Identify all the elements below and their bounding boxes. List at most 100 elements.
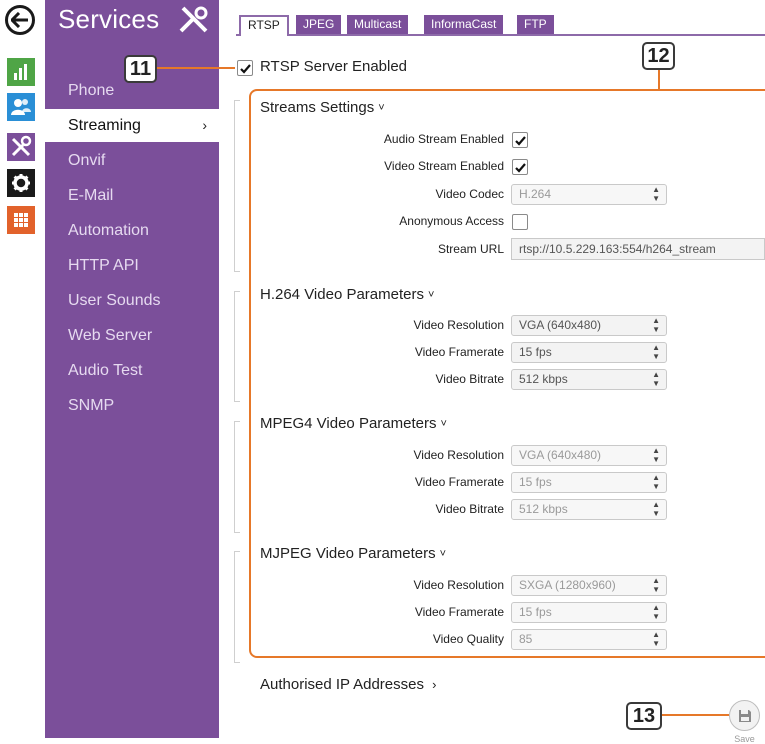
back-arrow-icon[interactable] — [5, 5, 35, 35]
stream-url-field[interactable]: rtsp://10.5.229.163:554/h264_stream — [511, 238, 765, 260]
mjpeg-resolution-select[interactable]: SXGA (1280x960) ▲ ▼ — [511, 575, 667, 596]
select-arrows-icon: ▲ ▼ — [652, 630, 660, 648]
select-value: H.264 — [519, 187, 552, 201]
tools-icon — [176, 5, 210, 35]
video-codec-select[interactable]: H.264 ▲ ▼ — [511, 184, 667, 205]
icon-rail — [0, 0, 44, 744]
sidebar-item-user-sounds[interactable]: User Sounds — [45, 284, 219, 317]
mjpeg-framerate-label: Video Framerate — [414, 605, 504, 619]
section-title-text: H.264 Video Parameters — [260, 286, 424, 303]
sidebar-item-onvif[interactable]: Onvif — [45, 144, 219, 177]
caret-down-icon: ˅ — [440, 418, 447, 430]
tools-icon[interactable] — [7, 133, 35, 161]
gear-icon[interactable] — [7, 169, 35, 197]
audio-stream-checkbox[interactable] — [512, 132, 528, 148]
sidebar-item-label: Streaming — [68, 117, 141, 134]
mpeg4-bitrate-select[interactable]: 512 kbps ▲ ▼ — [511, 499, 667, 520]
select-arrows-icon: ▲ ▼ — [652, 603, 660, 621]
select-arrows-icon: ▲ ▼ — [652, 370, 660, 388]
floppy-disk-icon — [738, 709, 751, 722]
select-arrows-icon: ▲ ▼ — [652, 576, 660, 594]
mpeg4-bitrate-label: Video Bitrate — [435, 502, 505, 516]
annotation-line-11 — [157, 67, 235, 69]
chevron-right-icon: › — [202, 117, 207, 133]
section-title-text: MJPEG Video Parameters — [260, 545, 436, 562]
tab-bar: RTSP JPEG Multicast InformaCast FTP — [236, 15, 765, 36]
select-value: 15 fps — [519, 345, 552, 359]
section-title-text: MPEG4 Video Parameters — [260, 415, 437, 432]
rtsp-enabled-label: RTSP Server Enabled — [260, 58, 408, 75]
mpeg4-framerate-label: Video Framerate — [414, 475, 504, 489]
section-bracket — [234, 100, 240, 272]
mjpeg-quality-label: Video Quality — [432, 632, 504, 646]
select-arrows-icon: ▲ ▼ — [652, 500, 660, 518]
mjpeg-params-header[interactable]: MJPEG Video Parameters ˅ — [260, 545, 446, 562]
annotation-line-13 — [662, 714, 729, 716]
h264-framerate-label: Video Framerate — [414, 345, 504, 359]
mpeg4-params-header[interactable]: MPEG4 Video Parameters ˅ — [260, 415, 447, 432]
section-title-text: Authorised IP Addresses — [260, 676, 424, 693]
select-value: 85 — [519, 632, 533, 646]
annotation-badge-11: 11 — [124, 55, 157, 83]
mjpeg-framerate-select[interactable]: 15 fps ▲ ▼ — [511, 602, 667, 623]
video-codec-label: Video Codec — [435, 187, 505, 201]
streams-settings-header[interactable]: Streams Settings ˅ — [260, 99, 385, 116]
select-arrows-icon: ▲ ▼ — [652, 446, 660, 464]
sidebar-item-snmp[interactable]: SNMP — [45, 389, 219, 422]
caret-down-icon: ˅ — [427, 289, 435, 301]
chevron-right-icon: › — [432, 677, 437, 692]
annotation-badge-13: 13 — [626, 702, 662, 730]
video-stream-checkbox[interactable] — [512, 159, 528, 175]
authorised-ip-addresses-header[interactable]: Authorised IP Addresses › — [260, 676, 437, 693]
sidebar-item-audio-test[interactable]: Audio Test — [45, 354, 219, 387]
sidebar-item-web-server[interactable]: Web Server — [45, 319, 219, 352]
mpeg4-resolution-label: Video Resolution — [413, 448, 504, 462]
h264-params-header[interactable]: H.264 Video Parameters ˅ — [260, 286, 434, 303]
anonymous-access-label: Anonymous Access — [399, 214, 504, 228]
select-value: VGA (640x480) — [519, 448, 602, 462]
section-bracket — [234, 291, 240, 402]
h264-resolution-label: Video Resolution — [413, 318, 504, 332]
stream-url-label: Stream URL — [437, 242, 504, 256]
tab-informacast[interactable]: InformaCast — [424, 15, 504, 34]
section-bracket — [234, 551, 240, 663]
mjpeg-resolution-label: Video Resolution — [413, 578, 504, 592]
section-bracket — [234, 421, 240, 533]
caret-down-icon: ˅ — [378, 102, 385, 114]
bar-chart-icon[interactable] — [7, 58, 35, 86]
h264-bitrate-select[interactable]: 512 kbps ▲ ▼ — [511, 369, 667, 390]
select-value: 512 kbps — [519, 502, 568, 516]
mjpeg-quality-select[interactable]: 85 ▲ ▼ — [511, 629, 667, 650]
mpeg4-framerate-select[interactable]: 15 fps ▲ ▼ — [511, 472, 667, 493]
tab-rtsp[interactable]: RTSP — [239, 15, 289, 36]
select-arrows-icon: ▲ ▼ — [652, 185, 660, 203]
sidebar-item-streaming[interactable]: Streaming › — [45, 109, 219, 142]
grid-icon[interactable] — [7, 206, 35, 234]
tab-multicast[interactable]: Multicast — [347, 15, 409, 34]
save-button[interactable] — [729, 700, 760, 731]
select-arrows-icon: ▲ ▼ — [652, 473, 660, 491]
video-stream-label: Video Stream Enabled — [384, 159, 504, 173]
sidebar-item-http-api[interactable]: HTTP API — [45, 249, 219, 282]
users-icon[interactable] — [7, 93, 35, 121]
select-value: SXGA (1280x960) — [519, 578, 616, 592]
annotation-badge-12: 12 — [642, 42, 675, 70]
select-value: 15 fps — [519, 605, 552, 619]
tab-ftp[interactable]: FTP — [517, 15, 554, 34]
h264-resolution-select[interactable]: VGA (640x480) ▲ ▼ — [511, 315, 667, 336]
tab-jpeg[interactable]: JPEG — [296, 15, 342, 34]
h264-bitrate-label: Video Bitrate — [435, 372, 505, 386]
rtsp-enabled-checkbox[interactable] — [237, 60, 253, 76]
select-arrows-icon: ▲ ▼ — [652, 316, 660, 334]
select-value: 15 fps — [519, 475, 552, 489]
section-title-text: Streams Settings — [260, 99, 375, 116]
sidebar-item-email[interactable]: E-Mail — [45, 179, 219, 212]
select-value: VGA (640x480) — [519, 318, 602, 332]
sidebar-item-automation[interactable]: Automation — [45, 214, 219, 247]
caret-down-icon: ˅ — [439, 548, 447, 560]
mpeg4-resolution-select[interactable]: VGA (640x480) ▲ ▼ — [511, 445, 667, 466]
anonymous-access-checkbox[interactable] — [512, 214, 528, 230]
sidebar-title: Services — [58, 4, 160, 34]
h264-framerate-select[interactable]: 15 fps ▲ ▼ — [511, 342, 667, 363]
audio-stream-label: Audio Stream Enabled — [383, 132, 504, 146]
